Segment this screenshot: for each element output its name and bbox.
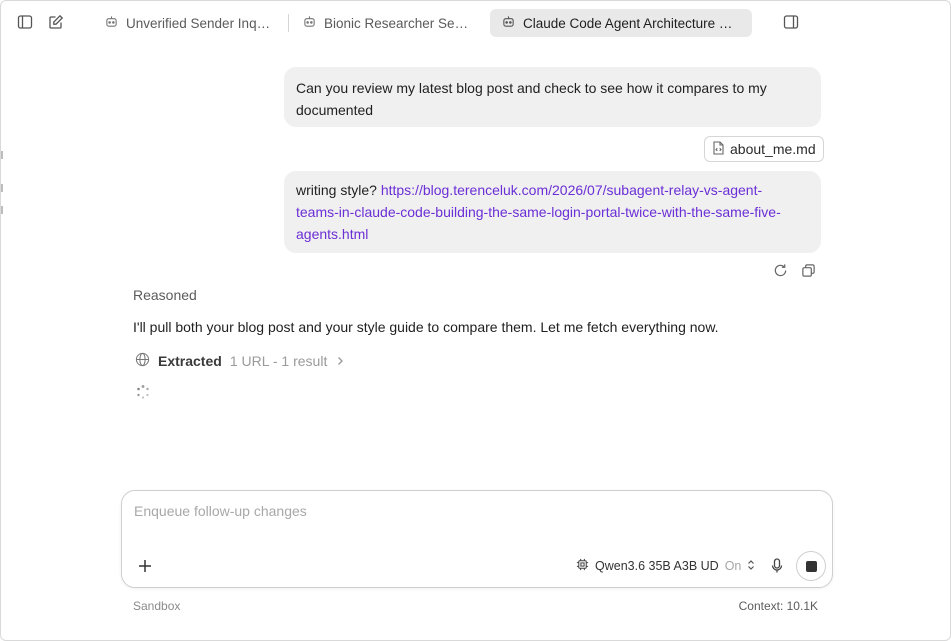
user-message-bubble: Can you review my latest blog post and c… [284, 67, 821, 127]
add-attachment-button[interactable] [134, 555, 156, 577]
composer: Qwen3.6 35B A3B UD On [121, 490, 833, 588]
stop-generation-button[interactable] [796, 551, 826, 581]
chevron-right-icon [335, 353, 345, 369]
tool-meta: 1 URL - 1 result [229, 353, 328, 369]
tab-claude-code-agent-architecture[interactable]: Claude Code Agent Architecture Sty... [490, 9, 752, 37]
chip-icon [576, 558, 589, 574]
sidebar-toggle-icon[interactable] [15, 12, 35, 32]
assistant-reply: I'll pull both your blog post and your s… [133, 319, 719, 335]
bot-icon [303, 15, 316, 31]
tab-label: Unverified Sender Inquiry [126, 15, 273, 31]
top-bar: Unverified Sender Inquiry Bionic Researc… [1, 1, 950, 45]
reasoned-label[interactable]: Reasoned [133, 287, 197, 303]
model-selector[interactable]: Qwen3.6 35B A3B UD On [576, 555, 755, 577]
stop-icon [805, 560, 817, 572]
tab-bionic-researcher-session[interactable]: Bionic Researcher Session [291, 9, 483, 37]
globe-icon [135, 352, 150, 370]
bot-icon [105, 15, 118, 31]
retry-icon[interactable] [773, 263, 789, 279]
tab-unverified-sender-inquiry[interactable]: Unverified Sender Inquiry [93, 9, 285, 37]
follow-up-input[interactable] [134, 503, 814, 519]
model-mode: On [724, 559, 742, 573]
user-message-text: writing style? [296, 182, 377, 198]
edge-marker [1, 206, 3, 214]
file-code-icon [712, 140, 725, 158]
user-message-text: Can you review my latest blog post and c… [296, 80, 767, 118]
chevron-up-down-icon [747, 559, 755, 574]
context-usage: Context: 10.1K [738, 599, 818, 613]
right-panel-toggle-icon[interactable] [781, 12, 801, 32]
microphone-icon[interactable] [767, 555, 787, 577]
sandbox-label[interactable]: Sandbox [133, 599, 180, 613]
edge-marker [1, 151, 3, 159]
attachment-chip[interactable]: about_me.md [704, 136, 824, 162]
bot-icon [502, 15, 515, 31]
copy-icon[interactable] [801, 263, 817, 279]
loading-spinner-icon [135, 384, 151, 400]
app-window: Unverified Sender Inquiry Bionic Researc… [0, 0, 951, 641]
edge-marker [1, 184, 3, 192]
tab-label: Claude Code Agent Architecture Sty... [523, 15, 740, 31]
tool-call-row[interactable]: Extracted 1 URL - 1 result [135, 352, 345, 370]
tool-name: Extracted [158, 353, 222, 369]
tab-label: Bionic Researcher Session [324, 15, 471, 31]
model-name: Qwen3.6 35B A3B UD [595, 559, 719, 573]
tab-divider [288, 14, 289, 32]
user-message-bubble: writing style? https://blog.terenceluk.c… [284, 171, 821, 253]
attachment-name: about_me.md [730, 141, 816, 157]
new-chat-icon[interactable] [46, 12, 66, 32]
